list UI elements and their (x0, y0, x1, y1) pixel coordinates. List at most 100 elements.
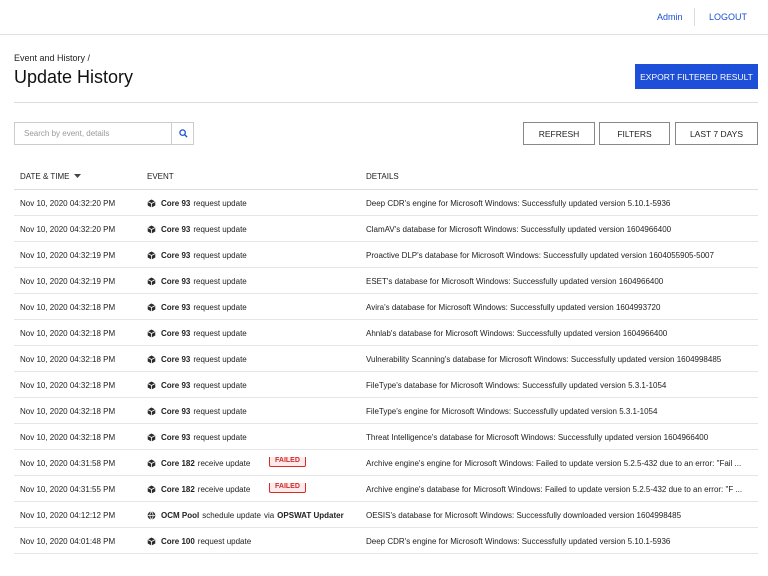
cell-date-time: Nov 10, 2020 04:31:55 PM (20, 485, 116, 494)
box-icon (147, 433, 156, 442)
cell-date-time: Nov 10, 2020 04:32:18 PM (20, 303, 116, 312)
box-icon (147, 407, 156, 416)
event-source: Core 100 (161, 536, 195, 546)
export-filtered-result-button[interactable]: EXPORT FILTERED RESULT (635, 64, 758, 89)
box-icon (147, 459, 156, 468)
event-source: Core 93 (161, 276, 191, 286)
cell-details: FileType's database for Microsoft Window… (366, 381, 667, 390)
table-row[interactable]: Nov 10, 2020 04:01:48 PM Core 100 request … (14, 528, 758, 554)
cell-event: Core 93 request update (147, 301, 359, 313)
event-target: OPSWAT Updater (277, 510, 344, 520)
table-row[interactable]: Nov 10, 2020 04:12:12 PM OCM Pool schedule… (14, 502, 758, 528)
admin-link[interactable]: Admin (657, 12, 683, 22)
cell-details: ESET's database for Microsoft Windows: S… (366, 277, 664, 286)
top-bar: Admin LOGOUT (0, 0, 768, 35)
search-input[interactable] (15, 123, 172, 144)
event-action: request update (197, 536, 252, 546)
event-source: Core 93 (161, 224, 191, 234)
event-action: schedule update (202, 510, 261, 520)
cell-date-time: Nov 10, 2020 04:32:19 PM (20, 277, 116, 286)
cell-date-time: Nov 10, 2020 04:32:18 PM (20, 329, 116, 338)
box-icon (147, 329, 156, 338)
topbar-divider (694, 8, 695, 26)
event-action: request update (193, 276, 247, 286)
cell-event: Core 93 request update (147, 405, 359, 417)
event-source: Core 93 (161, 406, 191, 416)
cell-event: Core 182 receive update FAILED (147, 483, 359, 495)
globe-icon (147, 510, 156, 520)
event-source: Core 182 (161, 458, 195, 468)
event-action: receive update (197, 484, 251, 494)
cell-details: Deep CDR's engine for Microsoft Windows:… (366, 199, 671, 208)
cell-date-time: Nov 10, 2020 04:31:58 PM (20, 459, 116, 468)
event-source: Core 93 (161, 250, 191, 260)
search-icon[interactable] (172, 123, 194, 144)
event-action: request update (193, 224, 247, 234)
cell-date-time: Nov 10, 2020 04:32:19 PM (20, 251, 116, 260)
cell-date-time: Nov 10, 2020 04:01:48 PM (20, 537, 116, 546)
cell-details: Archive engine's database for Microsoft … (366, 485, 743, 494)
filters-button[interactable]: FILTERS (599, 122, 670, 145)
cell-date-time: Nov 10, 2020 04:12:12 PM (20, 511, 116, 520)
event-source: Core 93 (161, 380, 191, 390)
column-header-date[interactable]: DATE & TIME (20, 172, 81, 181)
table-row[interactable]: Nov 10, 2020 04:32:18 PM Core 93 request u… (14, 424, 758, 450)
event-action: request update (193, 380, 247, 390)
cell-details: Vulnerability Scanning's database for Mi… (366, 355, 722, 364)
logout-link[interactable]: LOGOUT (709, 12, 747, 22)
refresh-button[interactable]: REFRESH (523, 122, 595, 145)
cell-event: OCM Pool schedule update via OPSWAT Updater (147, 509, 359, 521)
cell-event: Core 93 request update (147, 197, 359, 209)
event-source: Core 182 (161, 484, 195, 494)
event-action: receive update (197, 458, 251, 468)
table-row[interactable]: Nov 10, 2020 04:32:18 PM Core 93 request u… (14, 294, 758, 320)
event-source: Core 93 (161, 432, 191, 442)
table-row[interactable]: Nov 10, 2020 04:32:19 PM Core 93 request u… (14, 242, 758, 268)
table-header: DATE & TIME EVENT DETAILS (14, 164, 758, 190)
box-icon (147, 355, 156, 364)
table-row[interactable]: Nov 10, 2020 04:32:18 PM Core 93 request u… (14, 398, 758, 424)
table-row[interactable]: Nov 10, 2020 04:32:18 PM Core 93 request u… (14, 372, 758, 398)
event-source: Core 93 (161, 302, 191, 312)
date-range-button[interactable]: LAST 7 DAYS (675, 122, 758, 145)
status-badge: FAILED (269, 483, 306, 493)
table-row[interactable]: Nov 10, 2020 04:32:18 PM Core 93 request u… (14, 320, 758, 346)
table-body: Nov 10, 2020 04:32:20 PM Core 93 request u… (14, 190, 758, 554)
event-action: request update (193, 354, 247, 364)
cell-details: ClamAV's database for Microsoft Windows:… (366, 225, 672, 234)
cell-details: Archive engine's engine for Microsoft Wi… (366, 459, 742, 468)
cell-details: Deep CDR's engine for Microsoft Windows:… (366, 537, 671, 546)
status-badge: FAILED (269, 457, 306, 467)
title-divider (14, 102, 758, 103)
cell-date-time: Nov 10, 2020 04:32:20 PM (20, 199, 116, 208)
cell-event: Core 93 request update (147, 249, 359, 261)
cell-details: FileType's engine for Microsoft Windows:… (366, 407, 658, 416)
column-header-event: EVENT (147, 172, 174, 181)
event-source: Core 93 (161, 198, 191, 208)
cell-event: Core 182 receive update FAILED (147, 457, 359, 469)
table-row[interactable]: Nov 10, 2020 04:32:20 PM Core 93 request u… (14, 216, 758, 242)
table-row[interactable]: Nov 10, 2020 04:32:19 PM Core 93 request u… (14, 268, 758, 294)
cell-event: Core 93 request update (147, 327, 359, 339)
box-icon (147, 381, 156, 390)
update-history-table: DATE & TIME EVENT DETAILS Nov 10, 2020 0… (14, 164, 758, 554)
cell-details: Threat Intelligence's database for Micro… (366, 433, 709, 442)
cell-event: Core 93 request update (147, 223, 359, 235)
sort-desc-icon (73, 174, 81, 178)
column-header-details: DETAILS (366, 172, 399, 181)
box-icon (147, 303, 156, 312)
search-box (14, 122, 194, 145)
event-action: request update (193, 432, 247, 442)
event-action: request update (193, 302, 247, 312)
cell-event: Core 93 request update (147, 353, 359, 365)
event-action: request update (193, 328, 247, 338)
breadcrumb[interactable]: Event and History / (14, 53, 90, 63)
table-row[interactable]: Nov 10, 2020 04:32:20 PM Core 93 request u… (14, 190, 758, 216)
event-action: request update (193, 406, 247, 416)
table-row[interactable]: Nov 10, 2020 04:31:58 PM Core 182 receive … (14, 450, 758, 476)
page-title: Update History (14, 67, 134, 87)
table-row[interactable]: Nov 10, 2020 04:31:55 PM Core 182 receive … (14, 476, 758, 502)
box-icon (147, 277, 156, 286)
cell-date-time: Nov 10, 2020 04:32:18 PM (20, 407, 116, 416)
table-row[interactable]: Nov 10, 2020 04:32:18 PM Core 93 request u… (14, 346, 758, 372)
